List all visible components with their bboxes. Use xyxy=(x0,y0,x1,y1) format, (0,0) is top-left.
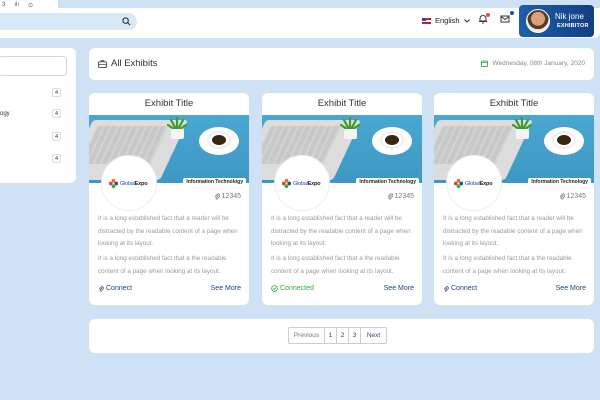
page-title: All Exhibits xyxy=(111,58,158,69)
avatar[interactable] xyxy=(526,9,550,33)
mail-dot xyxy=(510,11,514,15)
connect-label: Connect xyxy=(451,285,478,292)
mail-icon[interactable] xyxy=(500,14,510,24)
exhibit-description: It is a long established fact that a rea… xyxy=(271,215,411,247)
connect-button[interactable]: Connect xyxy=(443,285,477,292)
top-header: English Nik jone EXHIBITOR xyxy=(0,0,600,38)
paperclip-icon xyxy=(387,193,393,200)
exhibits-header: All Exhibits Wednesday, 08th January, 20… xyxy=(89,48,594,80)
paperclip-icon xyxy=(559,193,565,200)
connect-label: Connect xyxy=(106,285,133,292)
language-selector[interactable]: English xyxy=(422,16,470,25)
attachment-count: 12345 xyxy=(559,193,586,200)
language-label: English xyxy=(435,16,460,25)
see-more-link[interactable]: See More xyxy=(384,285,414,292)
exhibit-description: It is a long established fact that a the… xyxy=(271,255,400,275)
attachment-number: 12345 xyxy=(394,193,414,200)
category-count: 4 xyxy=(52,154,61,163)
user-profile-badge[interactable]: Nik jone EXHIBITOR xyxy=(519,5,594,37)
exhibit-title[interactable]: Exhibit Title xyxy=(434,98,594,109)
connect-label: Connected xyxy=(280,285,314,292)
exhibit-card[interactable]: Exhibit Title GlobalExpo Information Tec… xyxy=(262,93,422,305)
next-page-button[interactable]: Next xyxy=(360,327,387,344)
paperclip-icon xyxy=(214,193,220,200)
us-flag-icon xyxy=(422,17,431,24)
connect-button[interactable]: Connect xyxy=(98,285,132,292)
attachment-count: 12345 xyxy=(387,193,414,200)
global-expo-logo-icon xyxy=(108,178,119,189)
category-count: 4 xyxy=(52,109,61,118)
exhibit-description: It is a long established fact that a rea… xyxy=(98,215,238,247)
category-tag: Information Technology xyxy=(183,178,246,187)
search-input[interactable] xyxy=(0,13,137,30)
logo-text-left: Global xyxy=(293,180,308,187)
attachment-number: 12345 xyxy=(566,193,586,200)
exhibit-title[interactable]: Exhibit Title xyxy=(262,98,422,109)
category-label[interactable]: ogy xyxy=(0,111,10,117)
current-date: Wednesday, 08th January, 2020 xyxy=(481,60,585,67)
previous-page-button[interactable]: Previous xyxy=(288,327,325,344)
see-more-link[interactable]: See More xyxy=(211,285,241,292)
link-icon xyxy=(99,285,104,292)
category-count: 4 xyxy=(52,132,61,141)
exhibit-description: It is a long established fact that a rea… xyxy=(443,215,583,247)
logo-text-right: Expo xyxy=(307,180,321,187)
chevron-down-icon xyxy=(463,18,470,23)
briefcase-icon xyxy=(98,60,107,68)
category-tag: Information Technology xyxy=(528,178,591,187)
exhibit-card[interactable]: Exhibit Title GlobalExpo Information Tec… xyxy=(89,93,249,305)
pagination-panel: Previous 1 2 3 Next xyxy=(89,319,594,353)
filter-search-input[interactable] xyxy=(0,56,67,76)
exhibitor-logo: GlobalExpo xyxy=(274,155,330,211)
category-filter-panel: 4 ogy 4 4 4 xyxy=(0,48,76,183)
exhibit-description: It is a long established fact that a the… xyxy=(443,255,572,275)
attachment-number: 12345 xyxy=(221,193,241,200)
exhibit-card[interactable]: Exhibit Title GlobalExpo Information Tec… xyxy=(434,93,594,305)
calendar-icon xyxy=(481,60,489,67)
category-count: 4 xyxy=(52,88,61,97)
exhibit-description: It is a long established fact that a the… xyxy=(98,255,227,275)
category-tag: Information Technology xyxy=(356,178,419,187)
date-text: Wednesday, 08th January, 2020 xyxy=(492,60,585,67)
pagination: Previous 1 2 3 Next xyxy=(288,327,387,344)
search-icon[interactable] xyxy=(122,17,131,26)
user-name: Nik jone xyxy=(555,12,584,21)
notification-dot xyxy=(486,13,490,17)
logo-text-left: Global xyxy=(120,180,135,187)
attachment-count: 12345 xyxy=(214,193,241,200)
global-expo-logo-icon xyxy=(453,178,464,189)
user-role: EXHIBITOR xyxy=(557,23,589,29)
check-circle-icon xyxy=(271,285,278,292)
connected-button[interactable]: Connected xyxy=(271,285,314,292)
global-expo-logo-icon xyxy=(281,178,292,189)
link-icon xyxy=(444,285,449,292)
logo-text-right: Expo xyxy=(134,180,148,187)
see-more-link[interactable]: See More xyxy=(556,285,586,292)
exhibit-title[interactable]: Exhibit Title xyxy=(89,98,249,109)
exhibitor-logo: GlobalExpo xyxy=(101,155,157,211)
logo-text-right: Expo xyxy=(479,180,493,187)
exhibitor-logo: GlobalExpo xyxy=(446,155,502,211)
logo-text-left: Global xyxy=(465,180,480,187)
